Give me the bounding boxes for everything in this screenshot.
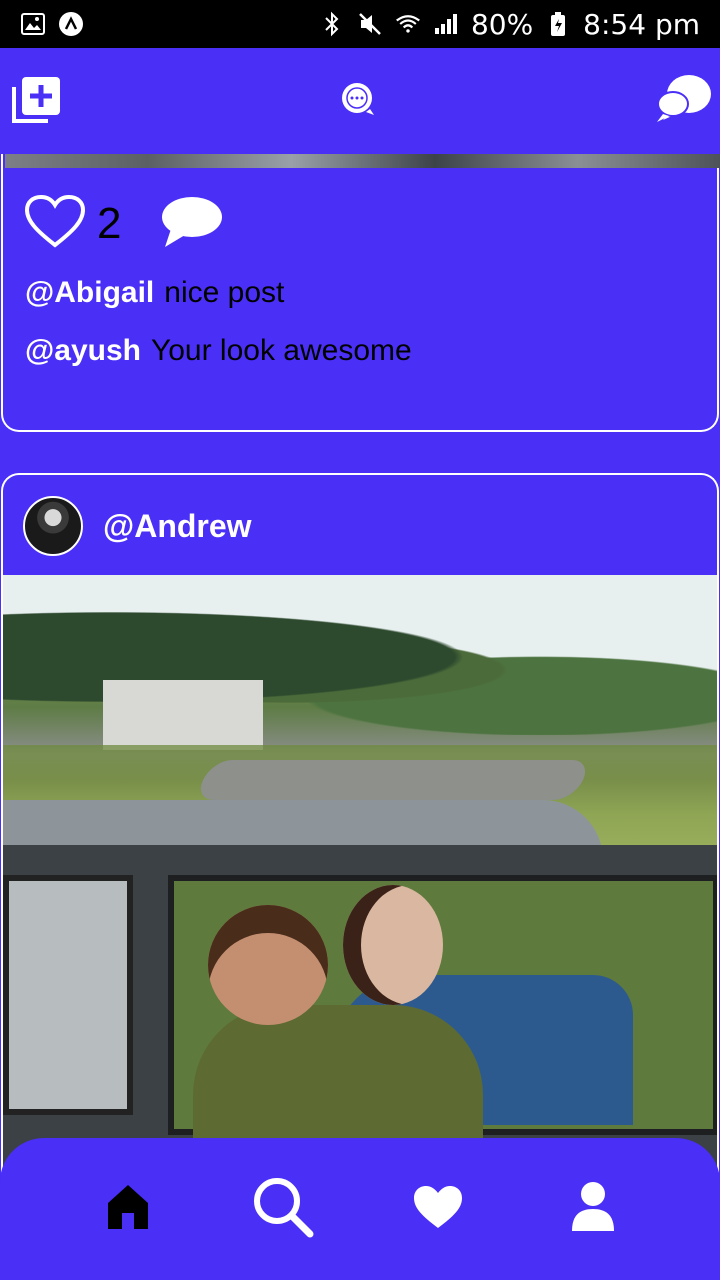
nav-search[interactable] (248, 1174, 318, 1244)
image-road (193, 760, 593, 800)
battery-percent: 80% (470, 7, 534, 41)
search-icon (252, 1176, 314, 1243)
comment-text: nice post (164, 276, 285, 309)
comment-username[interactable]: @Abigail (25, 276, 154, 309)
bluetooth-icon (319, 11, 345, 37)
image-house (103, 680, 263, 750)
app-logo (340, 81, 380, 121)
avatar[interactable] (23, 496, 83, 556)
bottom-nav (0, 1138, 720, 1280)
heart-outline-icon (24, 194, 86, 254)
gallery-notification-icon (20, 11, 46, 37)
heart-icon (412, 1184, 464, 1235)
post-card: @Andrew (1, 473, 719, 1173)
status-bar: 80% 8:54 pm (0, 0, 720, 48)
comment-button[interactable] (161, 195, 223, 254)
signal-icon (433, 11, 459, 37)
app-bar (0, 48, 720, 154)
status-left (20, 11, 84, 37)
post-username[interactable]: @Andrew (103, 508, 252, 545)
image-person-head (208, 905, 328, 1025)
image-car-window (3, 875, 133, 1115)
comment-row: @Abigail nice post (25, 276, 284, 310)
app-notification-icon (58, 11, 84, 37)
chat-button[interactable] (654, 71, 714, 131)
mute-icon (357, 11, 383, 37)
comment-icon (161, 195, 223, 254)
nav-home[interactable] (93, 1174, 163, 1244)
comment-username[interactable]: @ayush (25, 334, 141, 367)
post-card: 2 @Abigail nice post @ayush Your look awes… (1, 154, 720, 432)
app-logo-icon (340, 83, 376, 121)
feed[interactable]: 2 @Abigail nice post @ayush Your look awes… (0, 154, 720, 1280)
comment-text: Your look awesome (150, 334, 412, 367)
image-person-head (343, 885, 443, 1005)
like-button[interactable] (24, 194, 86, 254)
wifi-icon (395, 11, 421, 37)
post-image[interactable] (3, 575, 717, 1173)
nav-profile[interactable] (558, 1174, 628, 1244)
status-right: 80% 8:54 pm (319, 8, 700, 41)
battery-icon (545, 11, 571, 37)
home-icon (106, 1183, 150, 1236)
post-header: @Andrew (23, 495, 252, 557)
add-post-button[interactable] (6, 71, 66, 131)
nav-favorites[interactable] (403, 1174, 473, 1244)
clock: 8:54 pm (583, 7, 700, 41)
comment-row: @ayush Your look awesome (25, 334, 412, 368)
like-count: 2 (97, 199, 122, 248)
add-post-icon (10, 73, 62, 130)
chat-icon (655, 72, 713, 131)
post-actions: 2 (24, 194, 223, 254)
profile-icon (570, 1181, 616, 1238)
post-image[interactable] (5, 154, 720, 168)
